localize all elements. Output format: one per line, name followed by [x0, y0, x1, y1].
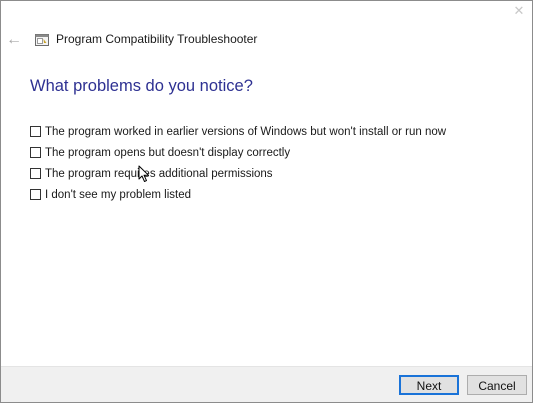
- close-icon[interactable]: ✕: [510, 3, 528, 19]
- button-bar: Next Cancel: [1, 366, 532, 402]
- option-additional-permissions[interactable]: The program requires additional permissi…: [30, 163, 446, 184]
- option-label: The program opens but doesn't display co…: [45, 146, 291, 159]
- checkbox[interactable]: [30, 147, 41, 158]
- troubleshooter-icon: [35, 34, 49, 46]
- page-heading: What problems do you notice?: [30, 77, 253, 95]
- troubleshooter-window: ✕ ← Program Compatibility Troubleshooter…: [0, 0, 533, 403]
- next-button[interactable]: Next: [399, 375, 459, 395]
- window-header: ← Program Compatibility Troubleshooter: [1, 31, 532, 51]
- window-title: Program Compatibility Troubleshooter: [56, 32, 258, 46]
- option-label: The program worked in earlier versions o…: [45, 125, 447, 138]
- option-label: The program requires additional permissi…: [45, 167, 273, 180]
- problem-options-list: The program worked in earlier versions o…: [30, 121, 446, 205]
- option-label: I don't see my problem listed: [45, 188, 192, 201]
- mouse-cursor-icon: [138, 165, 149, 182]
- option-display-incorrectly[interactable]: The program opens but doesn't display co…: [30, 142, 446, 163]
- cancel-button[interactable]: Cancel: [467, 375, 527, 395]
- option-earlier-versions[interactable]: The program worked in earlier versions o…: [30, 121, 446, 142]
- checkbox[interactable]: [30, 168, 41, 179]
- checkbox[interactable]: [30, 189, 41, 200]
- option-not-listed[interactable]: I don't see my problem listed: [30, 184, 446, 205]
- checkbox[interactable]: [30, 126, 41, 137]
- back-arrow-icon[interactable]: ←: [6, 31, 22, 49]
